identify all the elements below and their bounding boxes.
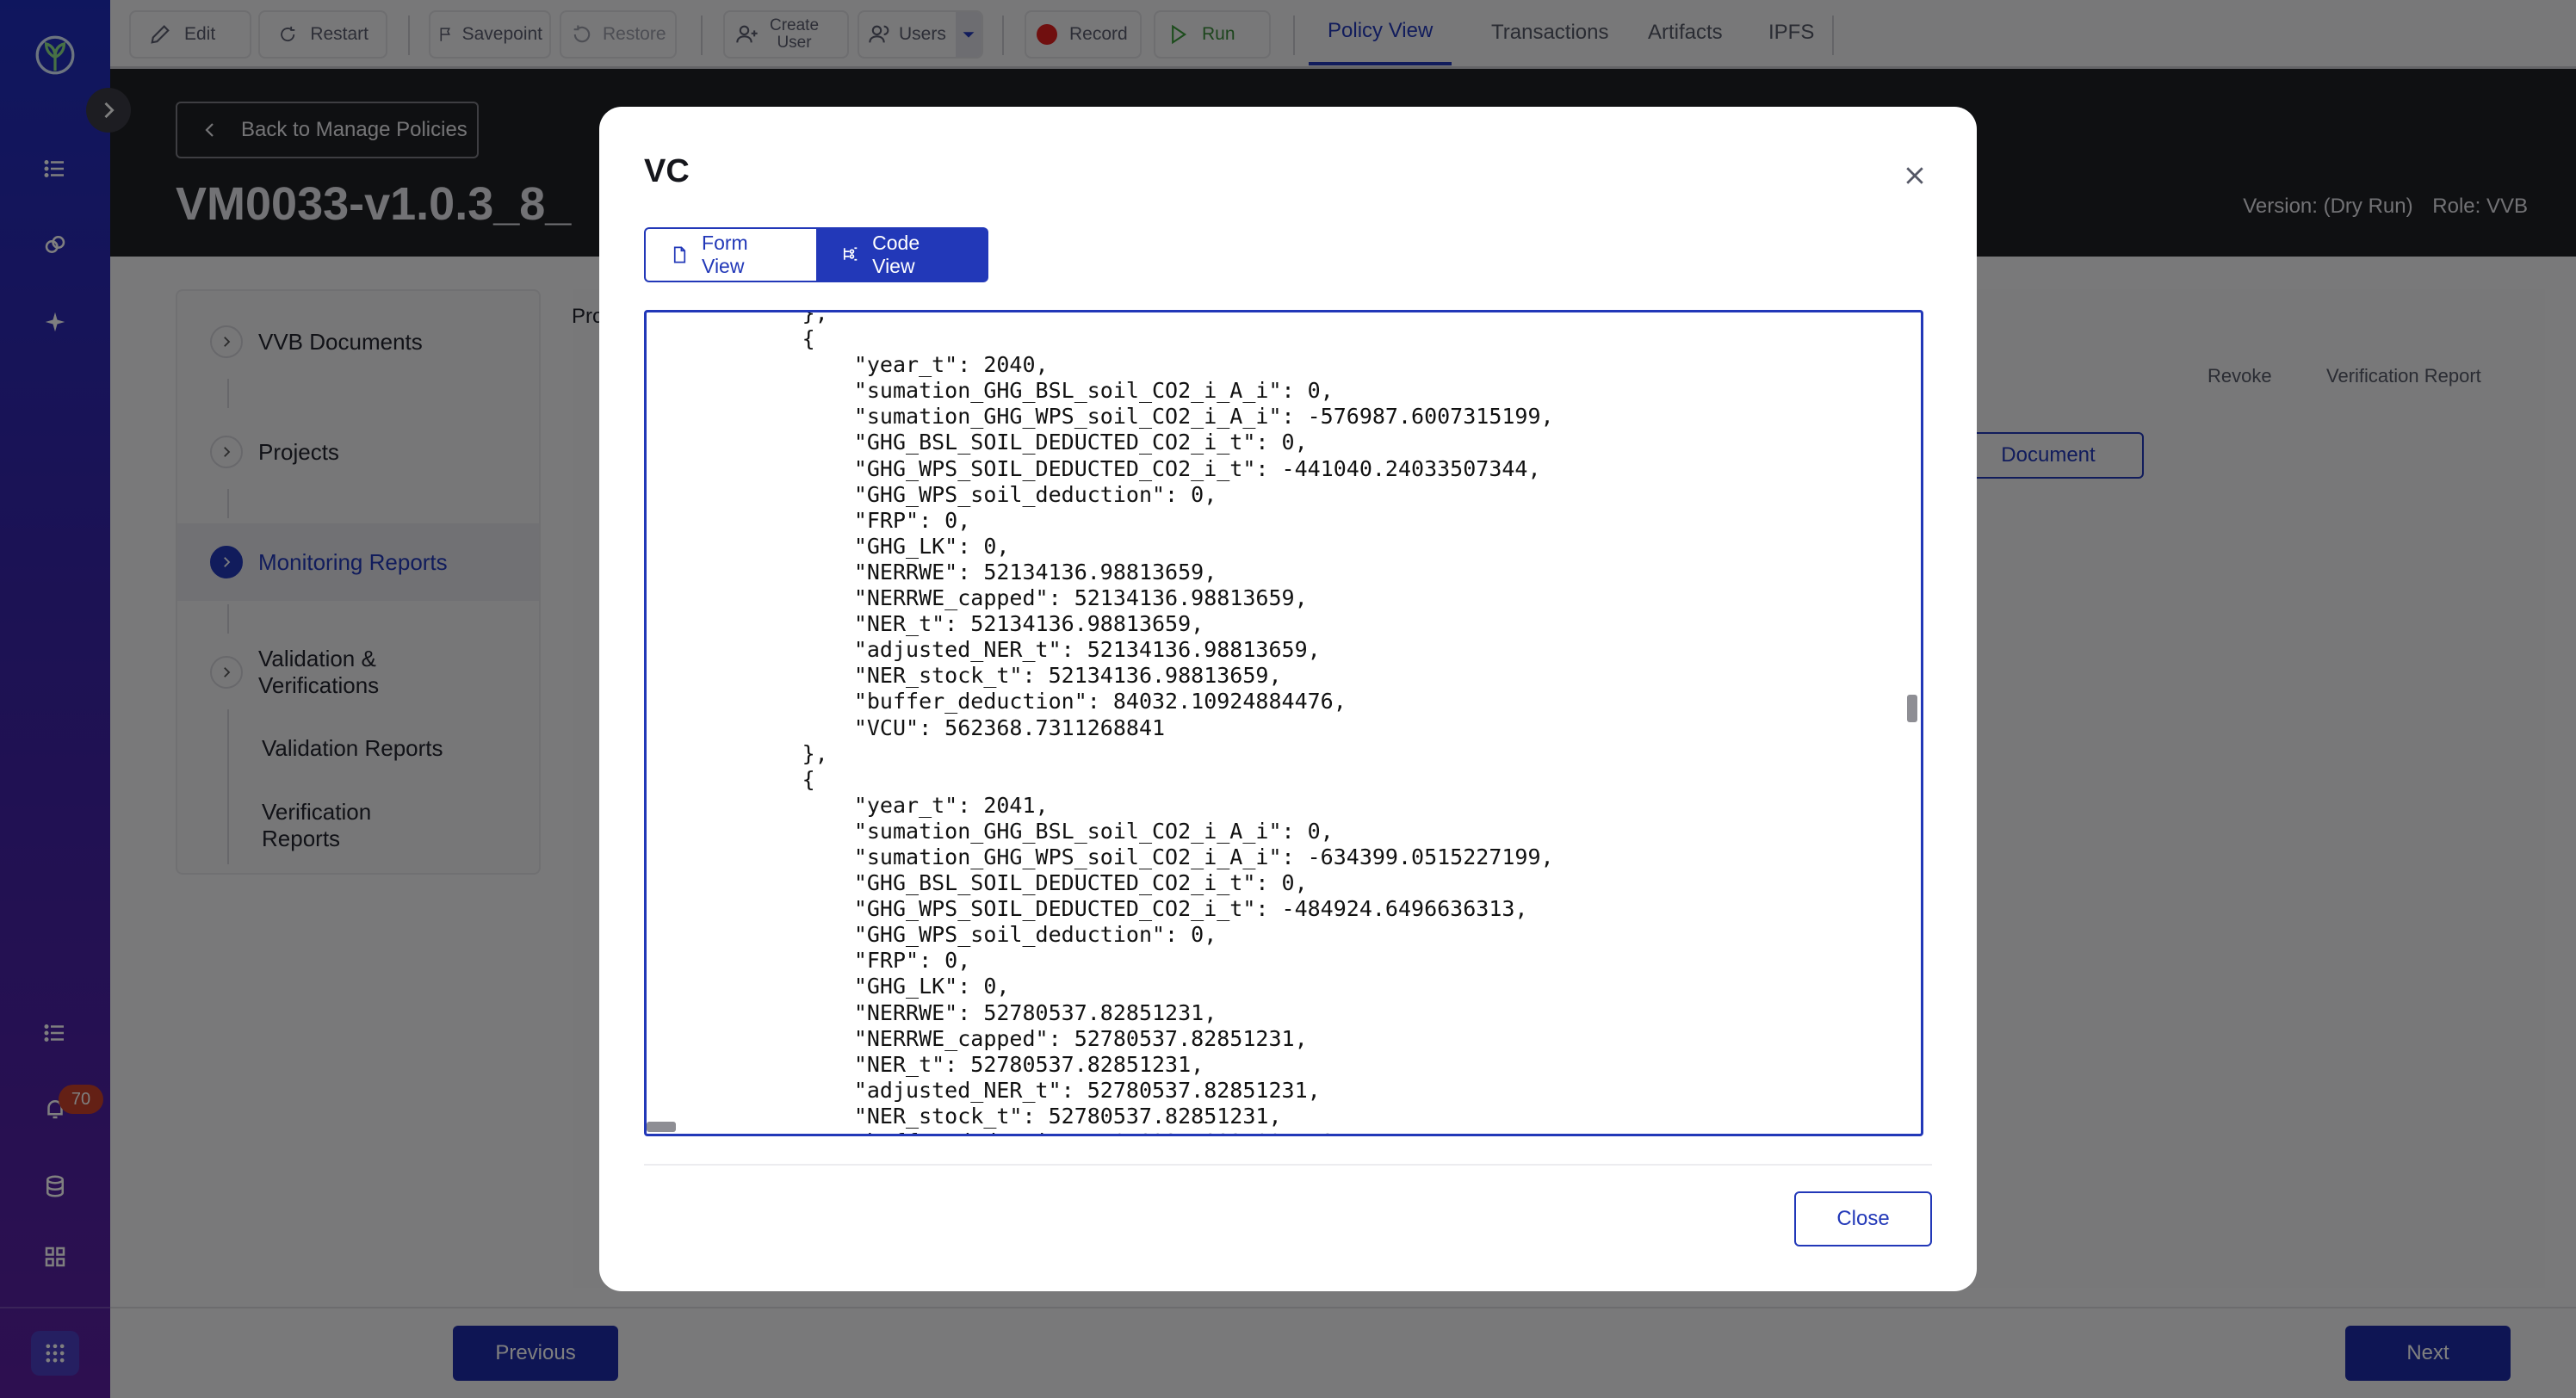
code-line: "GHG_BSL_SOIL_DEDUCTED_CO2_i_t": 0,	[647, 870, 1308, 896]
code-line: "GHG_WPS_SOIL_DEDUCTED_CO2_i_t": -441040…	[647, 455, 1541, 481]
code-line: "NERRWE": 52134136.98813659,	[647, 559, 1217, 585]
modal-title: VC	[644, 153, 690, 189]
view-toggle: Form View Code View	[644, 227, 988, 282]
code-line: "NERRWE": 52780537.82851231,	[647, 999, 1217, 1025]
code-line: "NERRWE_capped": 52134136.98813659,	[647, 585, 1308, 611]
horizontal-scrollbar[interactable]	[647, 1122, 676, 1132]
code-line: "FRP": 0,	[647, 507, 971, 533]
code-line: "GHG_BSL_SOIL_DEDUCTED_CO2_i_t": 0,	[647, 430, 1308, 455]
code-line: "buffer_deduction": 84032.10924884476,	[647, 689, 1347, 714]
code-line: "GHG_WPS_soil_deduction": 0,	[647, 481, 1217, 507]
code-line: "year_t": 2041,	[647, 792, 1049, 818]
form-view-label: Form View	[702, 232, 748, 277]
code-line: },	[647, 740, 828, 766]
code-line: "buffer_deduction": 84032.10924884476,	[647, 1129, 1912, 1134]
code-line: "VCU": 562368.7311268841	[647, 714, 1166, 740]
form-view-button[interactable]: Form View	[644, 227, 816, 282]
code-line: "sumation_GHG_BSL_soil_CO2_i_A_i": 0,	[647, 818, 1334, 844]
code-line: {	[647, 766, 815, 792]
close-icon[interactable]	[1898, 158, 1932, 193]
code-line: "GHG_WPS_soil_deduction": 0,	[647, 922, 1217, 948]
code-line: "adjusted_NER_t": 52780537.82851231,	[647, 1077, 1321, 1103]
code-view-button[interactable]: Code View	[816, 227, 988, 282]
code-line: },	[647, 310, 828, 325]
code-line: "GHG_LK": 0,	[647, 533, 1010, 559]
vertical-scrollbar[interactable]	[1907, 695, 1917, 722]
code-tree-icon	[843, 247, 858, 261]
code-line: {	[647, 326, 815, 352]
document-icon	[673, 246, 686, 263]
code-line: "NER_stock_t": 52134136.98813659,	[647, 663, 1282, 689]
code-line: "year_t": 2040,	[647, 352, 1049, 378]
code-content: }, { "year_t": 2040, "sumation_GHG_BSL_s…	[647, 310, 1912, 1134]
code-line: "NER_t": 52134136.98813659,	[647, 611, 1204, 637]
code-line: "sumation_GHG_WPS_soil_CO2_i_A_i": -5769…	[647, 404, 1554, 430]
code-line: "sumation_GHG_BSL_soil_CO2_i_A_i": 0,	[647, 378, 1334, 404]
code-editor[interactable]: }, { "year_t": 2040, "sumation_GHG_BSL_s…	[644, 310, 1923, 1136]
code-line: "NER_t": 52780537.82851231,	[647, 1051, 1204, 1077]
code-line: "GHG_WPS_SOIL_DEDUCTED_CO2_i_t": -484924…	[647, 896, 1528, 922]
code-line: "sumation_GHG_WPS_soil_CO2_i_A_i": -6343…	[647, 844, 1554, 869]
modal-divider	[644, 1164, 1932, 1166]
vc-modal: VC Form View Code View }, { "year_t": 20…	[599, 107, 1977, 1291]
code-line: "NER_stock_t": 52780537.82851231,	[647, 1103, 1282, 1129]
code-line: "FRP": 0,	[647, 948, 971, 974]
close-button[interactable]: Close	[1794, 1191, 1932, 1246]
code-line: "NERRWE_capped": 52780537.82851231,	[647, 1025, 1308, 1051]
code-line: "adjusted_NER_t": 52134136.98813659,	[647, 637, 1321, 663]
code-line: "GHG_LK": 0,	[647, 974, 1010, 999]
code-view-label: Code View	[872, 232, 920, 277]
